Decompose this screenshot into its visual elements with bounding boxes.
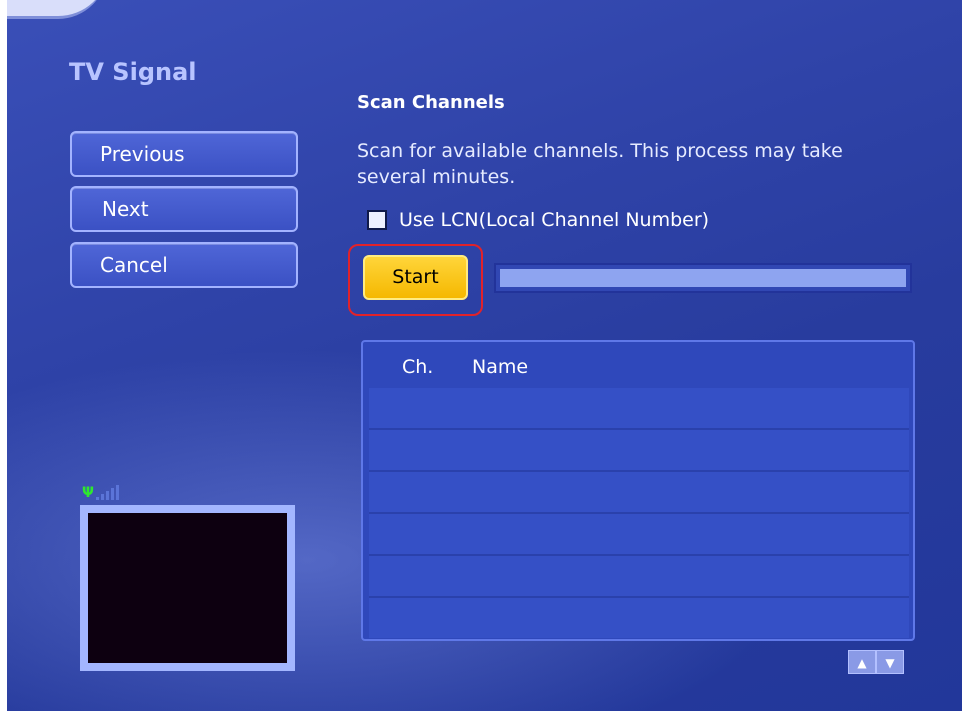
signal-bar (110, 488, 114, 500)
antenna-icon: Ψ (82, 485, 94, 501)
section-title: Scan Channels (357, 92, 505, 113)
page-title: TV Signal (69, 58, 197, 86)
cancel-button[interactable]: Cancel (70, 242, 298, 288)
table-row[interactable] (369, 388, 909, 430)
lcn-checkbox-label[interactable]: Use LCN(Local Channel Number) (399, 209, 709, 231)
signal-bar (115, 485, 119, 500)
table-row[interactable] (369, 514, 909, 556)
table-row[interactable] (369, 472, 909, 514)
scan-progress-bar (494, 263, 912, 293)
tv-setup-window: TV Signal Previous Next Cancel Scan Chan… (7, 0, 962, 711)
lcn-option[interactable]: Use LCN(Local Channel Number) (367, 207, 709, 233)
lcn-checkbox[interactable] (367, 210, 387, 230)
list-scroll-controls: ▲ ▼ (848, 650, 904, 674)
channel-list: Ch. Name (361, 340, 915, 641)
start-button[interactable]: Start (363, 255, 468, 300)
column-header-channel: Ch. (402, 356, 434, 378)
column-header-name: Name (472, 356, 529, 378)
chevron-down-icon[interactable]: ▼ (876, 650, 904, 674)
signal-bar (95, 497, 99, 500)
next-button[interactable]: Next (70, 186, 298, 232)
progress-track (500, 269, 906, 287)
table-row[interactable] (369, 430, 909, 472)
signal-bar (105, 491, 109, 500)
tv-preview-window (80, 505, 295, 671)
table-row[interactable] (369, 598, 909, 638)
signal-strength-icon: Ψ (82, 484, 121, 500)
back-tab[interactable] (7, 0, 107, 19)
chevron-up-icon[interactable]: ▲ (848, 650, 876, 674)
signal-bar (100, 494, 104, 500)
table-row[interactable] (369, 556, 909, 598)
previous-button[interactable]: Previous (70, 131, 298, 177)
scan-description: Scan for available channels. This proces… (357, 140, 843, 188)
